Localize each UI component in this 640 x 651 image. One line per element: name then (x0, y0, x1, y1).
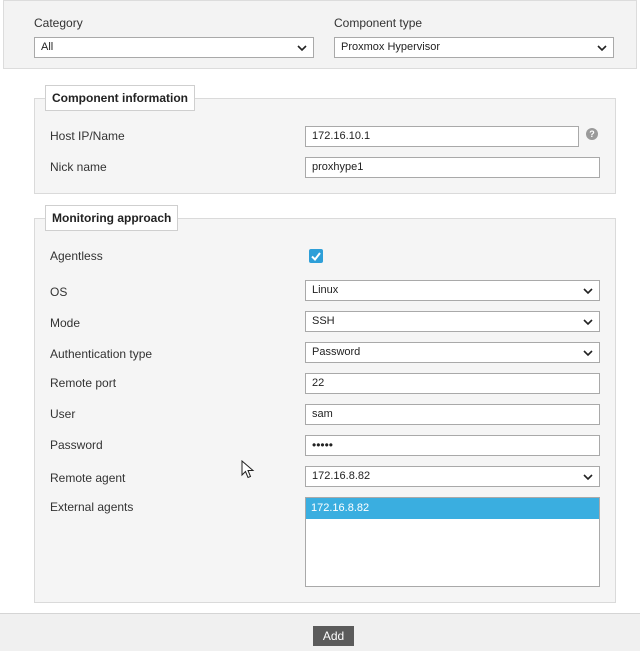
nick-name-input[interactable]: proxhype1 (305, 157, 600, 178)
component-info-legend: Component information (45, 85, 195, 111)
remote-port-input[interactable]: 22 (305, 373, 600, 394)
os-value: Linux (312, 284, 339, 296)
user-input[interactable]: sam (305, 404, 600, 425)
category-label: Category (34, 16, 83, 30)
os-select[interactable]: Linux (305, 280, 600, 301)
external-agents-label: External agents (50, 500, 134, 514)
host-label: Host IP/Name (50, 129, 125, 143)
user-label: User (50, 407, 76, 421)
list-item[interactable]: 172.16.8.82 (306, 498, 599, 519)
auth-type-label: Authentication type (50, 347, 153, 361)
mode-value: SSH (312, 315, 335, 327)
chevron-down-icon (583, 474, 593, 481)
filter-bar (3, 0, 637, 69)
category-value: All (41, 41, 54, 53)
agentless-label: Agentless (50, 249, 103, 263)
host-input[interactable]: 172.16.10.1 (305, 126, 579, 147)
component-type-value: Proxmox Hypervisor (341, 41, 441, 53)
component-type-select[interactable]: Proxmox Hypervisor (334, 37, 614, 58)
nick-name-value: proxhype1 (312, 161, 364, 173)
monitoring-legend: Monitoring approach (45, 205, 179, 231)
chevron-down-icon (583, 319, 593, 326)
password-value: ••••• (312, 438, 334, 452)
os-label: OS (50, 285, 68, 299)
remote-agent-label: Remote agent (50, 471, 126, 485)
checkmark-icon (311, 252, 321, 262)
mouse-cursor-icon (241, 460, 255, 479)
remote-port-label: Remote port (50, 376, 117, 390)
add-button[interactable]: Add (313, 626, 354, 646)
mode-label: Mode (50, 316, 81, 330)
auth-type-select[interactable]: Password (305, 342, 600, 363)
password-input[interactable]: ••••• (305, 435, 600, 456)
agentless-checkbox[interactable] (309, 249, 323, 263)
remote-port-value: 22 (312, 377, 325, 389)
user-value: sam (312, 408, 333, 420)
mode-select[interactable]: SSH (305, 311, 600, 332)
nick-name-label: Nick name (50, 160, 107, 174)
chevron-down-icon (297, 45, 307, 52)
host-value: 172.16.10.1 (312, 130, 371, 142)
help-icon[interactable]: ? (586, 128, 598, 140)
component-type-label: Component type (334, 16, 423, 30)
remote-agent-select[interactable]: 172.16.8.82 (305, 466, 600, 487)
chevron-down-icon (597, 45, 607, 52)
external-agents-listbox[interactable]: 172.16.8.82 (305, 497, 600, 587)
password-label: Password (50, 438, 103, 452)
chevron-down-icon (583, 288, 593, 295)
chevron-down-icon (583, 350, 593, 357)
category-select[interactable]: All (34, 37, 314, 58)
remote-agent-value: 172.16.8.82 (312, 470, 371, 482)
auth-type-value: Password (312, 346, 361, 358)
